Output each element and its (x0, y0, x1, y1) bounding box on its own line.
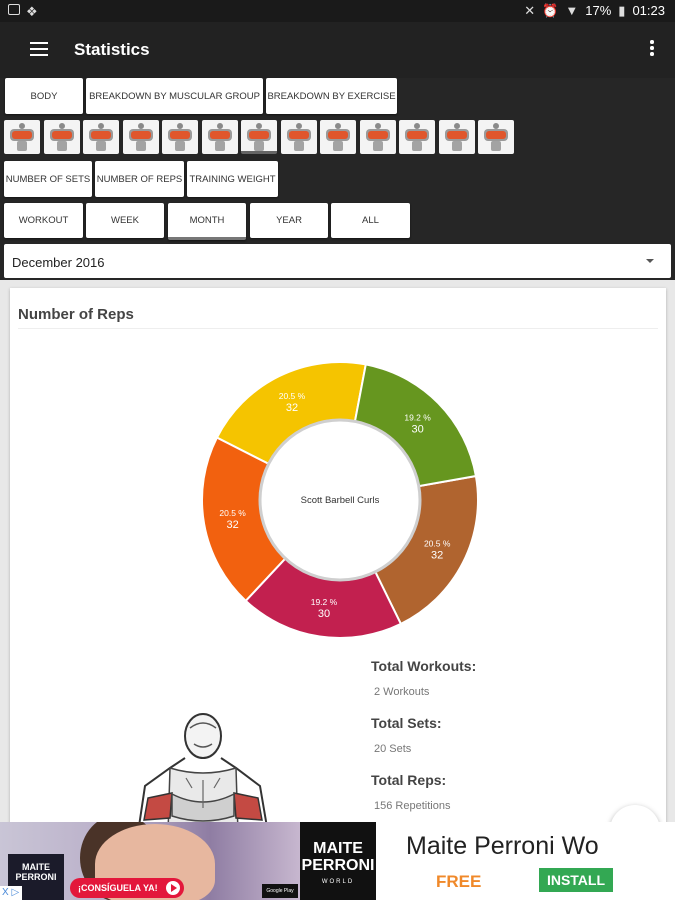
slice-percent-label: 20.5 % (424, 538, 451, 548)
muscle-figure-icon (445, 123, 469, 151)
tab-all[interactable]: ALL (331, 203, 410, 238)
tab-workout[interactable]: WORKOUT (4, 203, 83, 238)
ad-app-logo-sub: WORLD (321, 879, 355, 885)
stats-summary: Total Workouts: 2 Workouts Total Sets: 2… (371, 658, 661, 829)
image-notification-icon (8, 4, 20, 15)
total-reps-label: Total Reps: (371, 772, 447, 788)
muscle-group-button[interactable] (360, 120, 396, 154)
ad-headline: Maite Perroni Wo (406, 832, 599, 860)
mute-icon: ✕ (524, 3, 536, 18)
tab-number-of-reps[interactable]: NUMBER OF REPS (95, 161, 184, 197)
battery-percent: 17% (585, 3, 612, 18)
muscle-figure-icon (10, 123, 34, 151)
ad-free-label: FREE (436, 872, 482, 891)
muscle-figure-icon (208, 123, 232, 151)
play-icon (165, 881, 180, 895)
total-workouts-value: 2 Workouts (374, 686, 430, 698)
ad-app-logo: MAITE PERRONI WORLD (300, 822, 376, 900)
total-sets-label: Total Sets: (371, 715, 442, 731)
muscle-group-button[interactable] (281, 120, 317, 154)
ad-app-logo-title: MAITE PERRONI (301, 840, 375, 874)
adchoices-icon[interactable]: X ▷ (0, 886, 22, 900)
divider (18, 328, 658, 329)
wifi-icon: ▼ (565, 3, 579, 18)
tab-muscular-group[interactable]: BREAKDOWN BY MUSCULAR GROUP (86, 78, 263, 114)
tab-year[interactable]: YEAR (250, 203, 328, 238)
muscle-group-button[interactable] (399, 120, 435, 154)
slice-value-label: 30 (318, 608, 330, 620)
slice-value-label: 32 (227, 519, 239, 531)
more-vert-icon[interactable] (649, 40, 655, 60)
muscle-group-button[interactable] (439, 120, 475, 154)
ad-cta-label: ¡CONSÍGUELA YA! (78, 883, 158, 893)
dropdown-arrow-icon (646, 259, 654, 263)
total-workouts-label: Total Workouts: (371, 658, 477, 674)
donut-chart: Scott Barbell Curls 20.5 %3219.2 %3020.5… (201, 361, 479, 639)
tab-body[interactable]: BODY (5, 78, 83, 114)
status-bar: ❖ ✕ ⏰ ▼ 17% ▮ 01:23 (0, 0, 675, 22)
muscle-figure-icon (247, 123, 271, 151)
tab-week[interactable]: WEEK (86, 203, 164, 238)
donut-center-label: Scott Barbell Curls (301, 495, 380, 506)
tab-exercise[interactable]: BREAKDOWN BY EXERCISE (266, 78, 397, 114)
clock: 01:23 (632, 3, 665, 18)
slice-value-label: 32 (286, 402, 298, 414)
slice-percent-label: 19.2 % (311, 597, 338, 607)
muscle-group-button[interactable] (162, 120, 198, 154)
muscle-group-button[interactable] (44, 120, 80, 154)
hamburger-menu-icon[interactable] (30, 42, 48, 56)
muscle-group-button[interactable] (202, 120, 238, 154)
card-title: Number of Reps (18, 306, 134, 323)
dropbox-icon: ❖ (26, 4, 38, 19)
tab-number-of-sets[interactable]: NUMBER OF SETS (4, 161, 92, 197)
total-sets-value: 20 Sets (374, 743, 412, 755)
tab-training-weight[interactable]: TRAINING WEIGHT (187, 161, 278, 197)
ad-install-button[interactable]: INSTALL (539, 868, 613, 892)
slice-percent-label: 20.5 % (279, 391, 306, 401)
muscle-figure-icon (484, 123, 508, 151)
ad-cta-button[interactable]: ¡CONSÍGUELA YA! (70, 878, 184, 898)
muscle-figure-icon (50, 123, 74, 151)
muscle-group-button[interactable] (123, 120, 159, 154)
muscle-figure-icon (287, 123, 311, 151)
muscle-figure-icon (129, 123, 153, 151)
muscle-group-button[interactable] (241, 120, 277, 154)
muscle-figure-illustration (137, 713, 269, 833)
slice-percent-label: 19.2 % (404, 412, 431, 422)
period-select[interactable]: December 2016 (4, 244, 671, 278)
muscle-figure-icon (405, 123, 429, 151)
slice-value-label: 32 (431, 549, 443, 561)
muscle-figure-icon (89, 123, 113, 151)
muscle-group-button[interactable] (320, 120, 356, 154)
battery-icon: ▮ (618, 3, 626, 18)
alarm-icon: ⏰ (542, 3, 559, 18)
muscle-group-button[interactable] (83, 120, 119, 154)
muscle-group-button[interactable] (478, 120, 514, 154)
slice-percent-label: 20.5 % (219, 508, 246, 518)
muscle-figure-icon (366, 123, 390, 151)
page-title: Statistics (74, 40, 150, 59)
muscle-group-button[interactable] (4, 120, 40, 154)
app-bar: Statistics (0, 22, 675, 78)
period-select-value: December 2016 (12, 255, 105, 270)
tab-month[interactable]: MONTH (168, 203, 246, 240)
stats-card: Number of Reps Scott Barbell Curls 20.5 … (10, 288, 666, 833)
muscle-figure-icon (326, 123, 350, 151)
google-play-badge: Google Play (262, 884, 298, 898)
muscle-figure-icon (168, 123, 192, 151)
ad-banner[interactable]: MAITE PERRONI ¡CONSÍGUELA YA! Google Pla… (0, 822, 675, 900)
slice-value-label: 30 (411, 423, 423, 435)
